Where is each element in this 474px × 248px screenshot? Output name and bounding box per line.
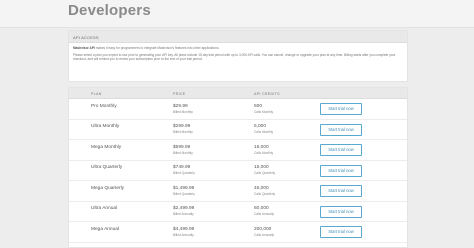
column-header-plan: PLAN <box>91 91 102 96</box>
title-bar: Developers <box>0 0 474 28</box>
plan-price: $299.99 <box>173 124 191 129</box>
plan-calls: Calls Monthly <box>254 130 274 134</box>
plans-table-header: PLAN PRICE API CREDITS <box>69 88 407 99</box>
plan-credits: 5,000 <box>254 124 267 129</box>
api-brand: Mashvisor API <box>73 46 95 50</box>
plan-name: Ultra Monthly <box>91 124 120 129</box>
plan-price: $749.99 <box>173 165 191 170</box>
plan-credits: 45,000 <box>254 185 269 191</box>
api-intro-text: makes it easy for programmers to integra… <box>94 46 220 50</box>
plan-credits: 500 <box>254 103 263 109</box>
plan-billing: Billed Annually <box>173 212 194 216</box>
plan-name: Pro Monthly <box>91 103 117 109</box>
plan-billing: Billed Monthly <box>173 150 193 155</box>
plan-calls: Calls Annually <box>254 212 275 216</box>
page-title: Developers <box>68 2 151 19</box>
api-access-card: API ACCESS Mashvisor API makes it easy f… <box>68 30 408 82</box>
plan-credits: 200,000 <box>254 226 272 232</box>
start-trial-button[interactable]: Start trial now <box>320 144 362 156</box>
plan-calls: Calls Monthly <box>254 150 274 155</box>
plan-credits: 15,000 <box>254 144 269 150</box>
plan-price: $29.99 <box>173 103 188 109</box>
plan-calls: Calls Quarterly <box>254 191 276 196</box>
plan-price: $2,499.99 <box>173 206 195 211</box>
plan-calls: Calls Quarterly <box>254 171 276 175</box>
plan-price: $599.99 <box>173 144 191 150</box>
plan-price: $4,499.99 <box>173 226 195 232</box>
plan-row: Ultra Quarterly $749.99 Billed Quarterly… <box>69 161 407 181</box>
start-trial-button[interactable]: Start trial now <box>320 226 362 238</box>
plan-price: $1,499.99 <box>173 185 195 191</box>
plan-name: Mega Quarterly <box>91 185 125 191</box>
plan-row: Mega Quarterly $1,499.99 Billed Quarterl… <box>69 181 407 202</box>
api-description: Please select a plan you expect to use p… <box>73 53 396 62</box>
plan-calls: Calls Monthly <box>254 109 274 114</box>
plan-name: Mega Monthly <box>91 144 122 150</box>
start-trial-button[interactable]: Start trial now <box>320 123 362 136</box>
column-header-price: PRICE <box>173 91 186 96</box>
plan-row: Mega Monthly $599.99 Billed Monthly 15,0… <box>69 140 407 161</box>
start-trial-button[interactable]: Start trial now <box>320 164 362 177</box>
plans-table: PLAN PRICE API CREDITS Pro Monthly $29.9… <box>68 87 408 248</box>
plan-name: Ultra Annual <box>91 206 118 211</box>
column-header-credits: API CREDITS <box>254 91 280 96</box>
start-trial-button[interactable]: Start trial now <box>320 205 362 218</box>
start-trial-button[interactable]: Start trial now <box>320 103 362 115</box>
plan-row: Mega Annual $4,499.99 Billed Annually 20… <box>69 222 407 243</box>
plan-calls: Calls Annually <box>254 232 275 237</box>
plan-billing: Billed Annually <box>173 232 194 237</box>
plan-billing: Billed Monthly <box>173 109 193 114</box>
plan-row: Pro Monthly $29.99 Billed Monthly 500 Ca… <box>69 99 407 120</box>
plan-billing: Billed Quarterly <box>173 171 195 175</box>
plan-credits: 15,000 <box>254 165 269 170</box>
plan-billing: Billed Monthly <box>173 130 193 134</box>
plan-billing: Billed Quarterly <box>173 191 195 196</box>
api-intro: Mashvisor API makes it easy for programm… <box>69 43 407 50</box>
plan-row: Ultra Monthly $299.99 Billed Monthly 5,0… <box>69 120 407 140</box>
start-trial-button[interactable]: Start trial now <box>320 185 362 197</box>
api-access-heading: API ACCESS <box>69 31 407 43</box>
plan-credits: 60,000 <box>254 206 269 211</box>
plan-name: Mega Annual <box>91 226 120 232</box>
plan-name: Ultra Quarterly <box>91 165 123 170</box>
plan-row: Ultra Annual $2,499.99 Billed Annually 6… <box>69 202 407 222</box>
